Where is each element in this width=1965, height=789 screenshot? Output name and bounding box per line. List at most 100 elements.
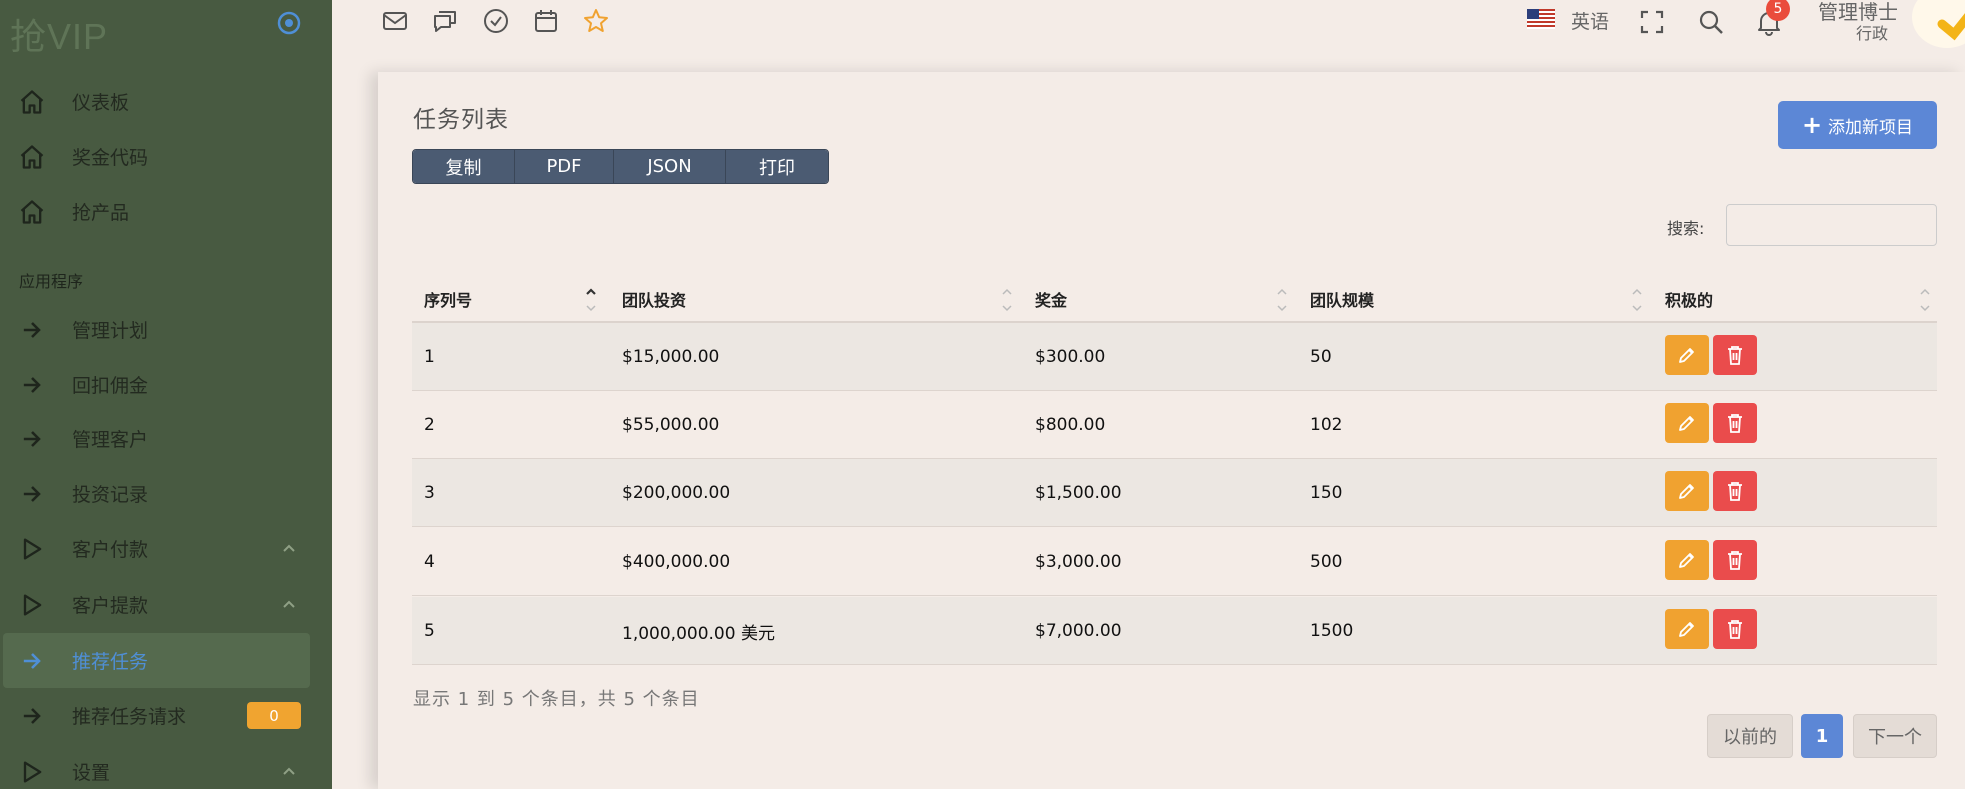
- pdf-button[interactable]: PDF: [515, 150, 614, 183]
- edit-button[interactable]: [1665, 540, 1709, 580]
- avatar[interactable]: [1912, 0, 1965, 48]
- fullscreen-icon[interactable]: [1638, 8, 1666, 36]
- pagination-next-button[interactable]: 下一个: [1853, 714, 1937, 758]
- cell-serial: 4: [424, 552, 435, 572]
- chevron-up-icon: [283, 600, 295, 608]
- print-button[interactable]: 打印: [726, 150, 828, 183]
- cell-team-size: 150: [1310, 483, 1343, 503]
- cell-investment: $15,000.00: [622, 347, 720, 367]
- avatar-check-icon: [1937, 13, 1965, 41]
- sidebar-item-manage-plans[interactable]: 管理计划: [0, 302, 332, 357]
- column-header-active[interactable]: 积极的: [1665, 276, 1713, 321]
- sidebar-item-label: 抢产品: [72, 202, 130, 224]
- sidebar: 抢VIP 仪表板 奖金代码 抢产品 应用程序 管理计划 回扣佣金 管理客户 投资…: [0, 0, 332, 789]
- search-icon[interactable]: [1697, 8, 1725, 36]
- play-icon: [23, 538, 42, 559]
- sidebar-item-manage-customers[interactable]: 管理客户: [0, 411, 332, 466]
- delete-button[interactable]: [1713, 403, 1757, 443]
- json-button[interactable]: JSON: [614, 150, 726, 183]
- column-header-bonus[interactable]: 奖金: [1035, 276, 1067, 321]
- cell-investment: $55,000.00: [622, 415, 720, 435]
- edit-button[interactable]: [1665, 403, 1709, 443]
- sidebar-item-grab-product[interactable]: 抢产品: [0, 184, 332, 239]
- column-header-team-size[interactable]: 团队规模: [1310, 276, 1374, 321]
- sort-icon[interactable]: [1001, 286, 1013, 314]
- cell-investment: $400,000.00: [622, 552, 731, 572]
- delete-button[interactable]: [1713, 471, 1757, 511]
- pencil-icon: [1679, 348, 1694, 363]
- cell-team-size: 102: [1310, 415, 1343, 435]
- us-flag-icon[interactable]: [1527, 9, 1555, 29]
- sidebar-item-customer-payments[interactable]: 客户付款: [0, 521, 332, 576]
- table-header: 序列号 团队投资 奖金 团队规模 积极的: [412, 276, 1937, 323]
- sidebar-item-customer-withdrawals[interactable]: 客户提款: [0, 577, 332, 632]
- play-icon: [23, 594, 42, 615]
- cell-bonus: $3,000.00: [1035, 552, 1122, 572]
- mail-icon[interactable]: [381, 7, 409, 35]
- sidebar-item-referral-task-requests[interactable]: 推荐任务请求 0: [0, 688, 332, 743]
- cell-team-size: 50: [1310, 347, 1332, 367]
- delete-button[interactable]: [1713, 609, 1757, 649]
- sidebar-item-referral-tasks[interactable]: 推荐任务: [3, 633, 310, 688]
- play-icon: [23, 761, 42, 782]
- add-new-item-label: 添加新项目: [1828, 117, 1914, 138]
- cell-bonus: $1,500.00: [1035, 483, 1122, 503]
- delete-button[interactable]: [1713, 540, 1757, 580]
- sidebar-item-bonus-code[interactable]: 奖金代码: [0, 129, 332, 184]
- pencil-icon: [1679, 622, 1694, 637]
- sidebar-item-label: 投资记录: [72, 484, 149, 506]
- cell-serial: 5: [424, 621, 435, 641]
- sort-icon[interactable]: [1631, 286, 1643, 314]
- search-input[interactable]: [1726, 204, 1937, 246]
- sidebar-item-label: 推荐任务请求: [72, 706, 187, 728]
- home-icon: [20, 89, 44, 114]
- brand-logo[interactable]: 抢VIP: [10, 8, 108, 60]
- sort-icon[interactable]: [1919, 286, 1931, 314]
- sort-icon[interactable]: [1276, 286, 1288, 314]
- trash-icon: [1728, 346, 1742, 365]
- star-icon[interactable]: [582, 7, 610, 35]
- pagination-page-button[interactable]: 1: [1801, 714, 1843, 758]
- cell-bonus: $300.00: [1035, 347, 1106, 367]
- calendar-icon[interactable]: [532, 7, 560, 35]
- edit-button[interactable]: [1665, 471, 1709, 511]
- chat-icon[interactable]: [431, 7, 459, 35]
- pencil-icon: [1679, 416, 1694, 431]
- arrow-right-icon: [23, 430, 41, 447]
- column-header-serial[interactable]: 序列号: [424, 276, 472, 321]
- sidebar-item-dashboard[interactable]: 仪表板: [0, 74, 332, 129]
- sidebar-item-label: 管理客户: [72, 429, 149, 451]
- table-row: 3 $200,000.00 $1,500.00 150: [412, 459, 1937, 527]
- export-button-group: 复制 PDF JSON 打印: [412, 149, 829, 184]
- sidebar-item-rebate-commission[interactable]: 回扣佣金: [0, 357, 332, 412]
- trash-icon: [1728, 482, 1742, 501]
- add-new-item-button[interactable]: + 添加新项目: [1778, 101, 1937, 149]
- arrow-right-icon: [23, 376, 41, 393]
- sort-asc-icon[interactable]: [585, 286, 597, 314]
- sidebar-toggle-icon[interactable]: [276, 10, 302, 36]
- arrow-right-icon: [23, 652, 41, 669]
- edit-button[interactable]: [1665, 335, 1709, 375]
- sidebar-item-label: 仪表板: [72, 92, 130, 114]
- arrow-right-icon: [23, 707, 41, 724]
- chevron-up-icon: [283, 544, 295, 552]
- sidebar-item-label: 客户付款: [72, 539, 149, 561]
- trash-icon: [1728, 620, 1742, 639]
- delete-button[interactable]: [1713, 335, 1757, 375]
- sidebar-item-label: 回扣佣金: [72, 375, 149, 397]
- edit-button[interactable]: [1665, 609, 1709, 649]
- check-circle-icon[interactable]: [482, 7, 510, 35]
- sidebar-item-investment-records[interactable]: 投资记录: [0, 466, 332, 521]
- copy-button[interactable]: 复制: [413, 150, 515, 183]
- pagination-prev-button[interactable]: 以前的: [1707, 714, 1793, 758]
- cell-serial: 3: [424, 483, 435, 503]
- cell-team-size: 1500: [1310, 621, 1354, 641]
- pending-count-badge: 0: [247, 702, 301, 729]
- language-selector[interactable]: 英语: [1571, 7, 1609, 34]
- cell-investment: $200,000.00: [622, 483, 731, 503]
- column-header-investment[interactable]: 团队投资: [622, 276, 686, 321]
- notification-count-badge: 5: [1766, 0, 1790, 21]
- cell-serial: 1: [424, 347, 435, 367]
- sidebar-item-settings[interactable]: 设置: [0, 744, 332, 789]
- sidebar-item-label: 设置: [72, 762, 111, 784]
